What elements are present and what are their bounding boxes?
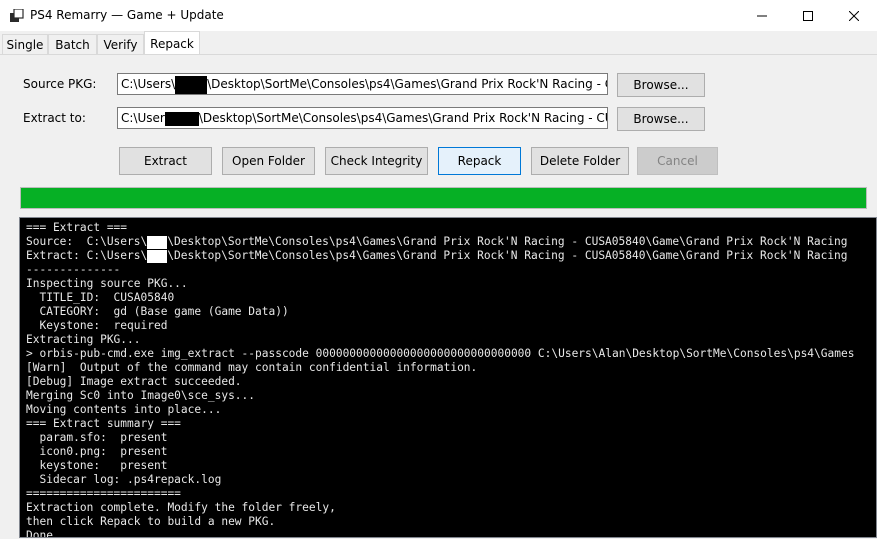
redaction-box <box>147 235 168 249</box>
log-line: CATEGORY: gd (Base game (Game Data)) <box>26 305 289 318</box>
log-path-prefix: Source: C:\Users\ <box>26 235 148 248</box>
check-integrity-button[interactable]: Check Integrity <box>325 147 428 175</box>
redaction-box <box>164 111 199 126</box>
log-line: Done. <box>26 529 60 538</box>
extract-browse-button[interactable]: Browse... <box>617 107 705 131</box>
log-console[interactable]: === Extract === Source: C:\Users\ \Desktop… <box>19 217 877 538</box>
log-line: then click Repack to build a new PKG. <box>26 515 276 528</box>
progress-fill <box>21 188 866 208</box>
extract-path-prefix: C:\User <box>121 111 165 125</box>
source-browse-button[interactable]: Browse... <box>617 73 705 97</box>
delete-folder-button[interactable]: Delete Folder <box>531 147 629 175</box>
log-line: keystone: present <box>26 459 168 472</box>
log-line: param.sfo: present <box>26 431 168 444</box>
log-line: ======================= <box>26 487 181 500</box>
log-line: Merging Sc0 into Image0\sce_sys... <box>26 389 256 402</box>
tab-repack[interactable]: Repack <box>144 31 200 55</box>
source-path-suffix: \Desktop\SortMe\Consoles\ps4\Games\Grand… <box>207 77 607 91</box>
log-line: Source: C:\Users\ \Desktop\SortMe\Console… <box>26 235 876 249</box>
cancel-button: Cancel <box>637 147 718 175</box>
log-line: [Debug] Image extract succeeded. <box>26 375 242 388</box>
log-line: Inspecting source PKG... <box>26 277 188 290</box>
close-icon <box>849 10 859 21</box>
log-line: Sidecar log: .ps4repack.log <box>26 473 222 486</box>
extract-path-suffix: \Desktop\SortMe\Consoles\ps4\Games\Grand… <box>198 111 607 125</box>
open-folder-button[interactable]: Open Folder <box>222 147 315 175</box>
log-line: [Warn] Output of the command may contain… <box>26 361 478 374</box>
repack-button[interactable]: Repack <box>438 147 521 175</box>
close-button[interactable] <box>831 0 877 31</box>
redaction-box <box>147 249 168 263</box>
extract-button[interactable]: Extract <box>119 147 212 175</box>
log-line: Moving contents into place... <box>26 403 222 416</box>
log-line: Extract: C:\Users\ \Desktop\SortMe\Consol… <box>26 249 876 263</box>
source-path-prefix: C:\Users\ <box>121 77 176 91</box>
redaction-box <box>175 75 208 94</box>
log-line: Extracting PKG... <box>26 333 141 346</box>
minimize-icon <box>757 15 767 16</box>
log-line: Extraction complete. Modify the folder f… <box>26 501 336 514</box>
extract-to-label: Extract to: <box>23 111 86 125</box>
log-line: -------------- <box>26 263 121 276</box>
log-path-prefix: Extract: C:\Users\ <box>26 249 148 262</box>
app-icon <box>10 9 24 22</box>
log-path-suffix: \Desktop\SortMe\Consoles\ps4\Games\Grand… <box>167 235 848 248</box>
maximize-button[interactable] <box>785 0 831 31</box>
source-pkg-label: Source PKG: <box>23 77 97 91</box>
log-line: === Extract summary === <box>26 417 181 430</box>
log-line: > orbis-pub-cmd.exe img_extract --passco… <box>26 347 855 360</box>
source-pkg-field[interactable]: C:\Users\ \Desktop\SortMe\Consoles\ps4\Ga… <box>117 73 608 95</box>
tab-strip: Single Batch Verify Repack <box>0 31 877 55</box>
tab-verify[interactable]: Verify <box>97 34 144 54</box>
log-line: icon0.png: present <box>26 445 168 458</box>
log-line: === Extract === <box>26 221 128 234</box>
maximize-icon <box>803 10 813 21</box>
tab-single[interactable]: Single <box>2 34 48 54</box>
extract-to-field[interactable]: C:\User \Desktop\SortMe\Consoles\ps4\Game… <box>117 107 608 129</box>
log-path-suffix: \Desktop\SortMe\Consoles\ps4\Games\Grand… <box>167 249 848 262</box>
tab-batch[interactable]: Batch <box>48 34 97 54</box>
minimize-button[interactable] <box>739 0 785 31</box>
progress-bar <box>20 187 867 209</box>
title-bar: PS4 Remarry — Game + Update <box>0 0 877 31</box>
log-line: Keystone: required <box>26 319 168 332</box>
window-title: PS4 Remarry — Game + Update <box>30 8 224 22</box>
log-line: TITLE_ID: CUSA05840 <box>26 291 175 304</box>
